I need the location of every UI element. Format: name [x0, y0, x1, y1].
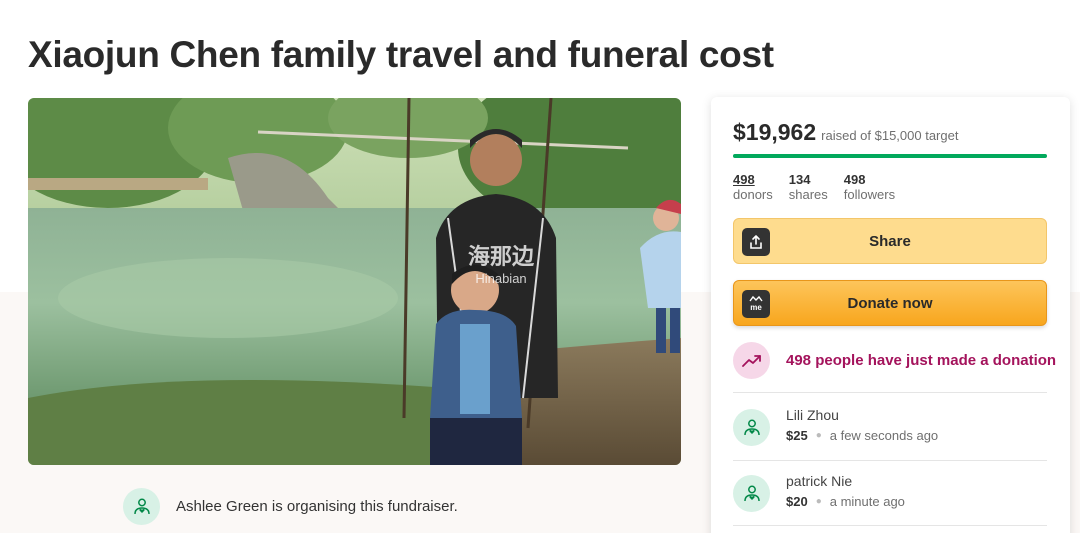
donor-amount: $25 [786, 428, 808, 443]
watermark-en: Hinabian [475, 271, 527, 286]
progress-bar [733, 154, 1047, 158]
recent-donations-text: 498 people have just made a donation [786, 352, 1057, 369]
stat-shares: 134 shares [788, 172, 828, 203]
stat-donors[interactable]: 498 donors [733, 172, 773, 203]
stat-donors-label: donors [733, 186, 773, 202]
organiser-text: Ashlee Green is organising this fundrais… [176, 498, 458, 515]
donor-meta: $25 ● a few seconds ago [786, 428, 938, 443]
separator-dot: ● [815, 430, 822, 441]
share-upload-icon [742, 228, 770, 256]
donor-amount: $20 [786, 494, 808, 509]
progress-fill [733, 154, 1047, 158]
stat-followers-count: 498 [843, 172, 866, 187]
donor-avatar [733, 475, 770, 512]
divider [733, 525, 1047, 526]
divider [733, 460, 1047, 461]
donor-time: a few seconds ago [829, 428, 939, 443]
separator-dot: ● [815, 496, 822, 507]
recent-donations-banner[interactable]: 498 people have just made a donation [733, 342, 1056, 379]
heart-hand-user-icon [743, 419, 760, 435]
stat-followers: 498 followers [843, 172, 896, 203]
donor-name: Lili Zhou [786, 407, 839, 423]
watermark-cn: 海那边 [468, 244, 535, 269]
stat-donors-count[interactable]: 498 [733, 172, 773, 188]
stat-shares-count: 134 [788, 172, 811, 187]
heart-hand-user-icon [743, 485, 760, 501]
donor-avatar [733, 409, 770, 446]
divider [733, 392, 1047, 393]
raised-summary: $19,962 raised of $15,000 target [733, 119, 958, 146]
share-button[interactable]: Share [733, 218, 1047, 264]
campaign-hero-image[interactable]: 海那边 Hinabian [28, 98, 681, 465]
donation-card: $19,962 raised of $15,000 target 498 don… [711, 97, 1070, 533]
stat-followers-label: followers [843, 186, 896, 202]
share-button-label: Share [869, 232, 911, 250]
donor-name: patrick Nie [786, 473, 853, 489]
heart-hand-user-icon [133, 498, 150, 514]
campaign-stats: 498 donors 134 shares 498 followers [733, 172, 896, 203]
hero-photo [28, 98, 681, 465]
donate-icon-text: me [750, 303, 762, 312]
page-title: Xiaojun Chen family travel and funeral c… [28, 34, 774, 75]
donate-button[interactable]: me Donate now [733, 280, 1047, 326]
donor-meta: $20 ● a minute ago [786, 494, 905, 509]
trending-up-icon [741, 354, 761, 367]
donor-time: a minute ago [829, 494, 905, 509]
organiser-avatar [123, 488, 160, 525]
donor-info: Lili Zhou $25 ● a few seconds ago [786, 407, 938, 443]
donor-info: patrick Nie $20 ● a minute ago [786, 473, 905, 509]
organiser-row: Ashlee Green is organising this fundrais… [123, 488, 458, 525]
raised-target: raised of $15,000 target [821, 128, 959, 143]
trend-icon-circle [733, 342, 770, 379]
donor-item: patrick Nie $20 ● a minute ago [733, 473, 905, 512]
raised-amount: $19,962 [733, 119, 817, 145]
stat-shares-label: shares [788, 186, 828, 202]
donate-button-label: Donate now [847, 294, 933, 312]
donor-item: Lili Zhou $25 ● a few seconds ago [733, 407, 938, 446]
gofundme-logo-icon: me [742, 290, 770, 318]
image-watermark: 海那边 Hinabian [468, 244, 535, 286]
